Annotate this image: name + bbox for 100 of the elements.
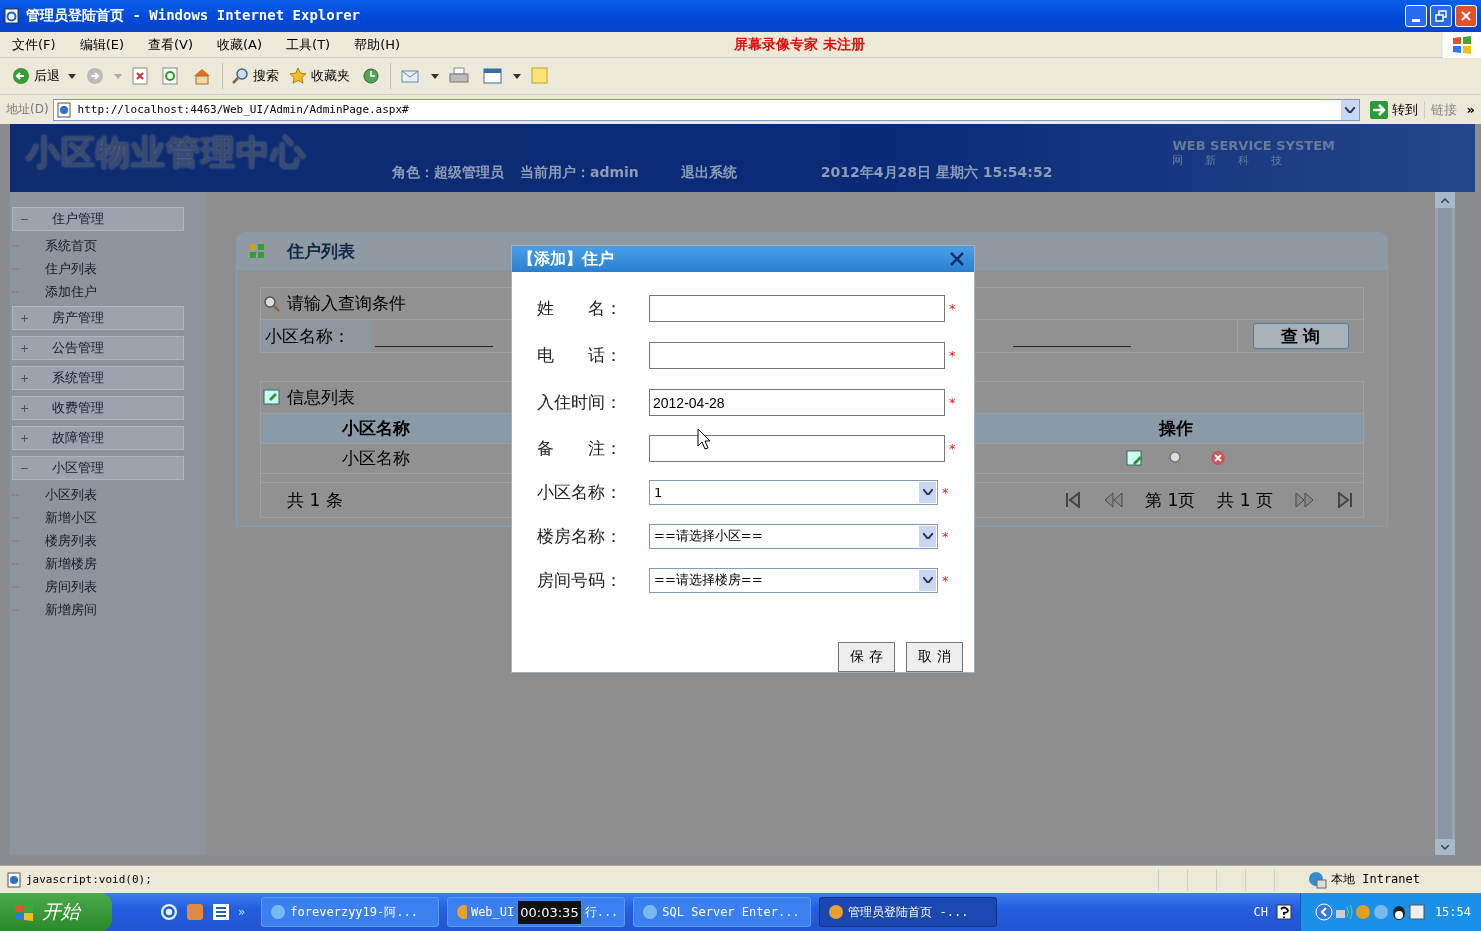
sidebar-item[interactable]: 小区列表	[10, 483, 205, 506]
tree-line-icon	[12, 492, 20, 497]
plus-icon	[21, 404, 28, 412]
dropdown[interactable]: 1	[649, 479, 938, 505]
previous-page-icon[interactable]	[1103, 492, 1124, 508]
plus-icon	[21, 344, 28, 352]
sidebar-item[interactable]: 新增小区	[10, 506, 205, 529]
sidebar-group[interactable]: 故障管理	[12, 426, 184, 450]
input-field[interactable]: 2012-04-28	[649, 389, 945, 416]
print-icon[interactable]	[449, 67, 469, 85]
sidebar-group[interactable]: 系统管理	[12, 366, 184, 390]
mail-icon[interactable]	[401, 67, 421, 85]
app-icon	[456, 904, 467, 920]
search-button[interactable]: 搜索	[229, 65, 281, 87]
tree-line-icon	[12, 607, 20, 612]
close-icon[interactable]	[950, 252, 964, 266]
menu-item[interactable]: 文件(F)	[12, 35, 66, 54]
column-header: 小区名称	[341, 417, 411, 440]
input-field[interactable]	[649, 342, 945, 369]
more-chevron[interactable]: »	[238, 905, 246, 919]
home-icon[interactable]	[192, 67, 212, 85]
sidebar-group[interactable]: 小区管理	[12, 456, 184, 480]
dialog-button[interactable]: 取 消	[906, 642, 963, 672]
back-button[interactable]: 后退	[10, 65, 62, 87]
app-icon	[270, 904, 287, 920]
grid-icon	[249, 243, 265, 259]
plus-icon	[21, 434, 28, 442]
menu-item[interactable]: 收藏(A)	[217, 35, 273, 54]
last-page-icon[interactable]	[1337, 492, 1353, 508]
search-icon[interactable]	[1168, 449, 1186, 468]
column-header: 操作	[1157, 417, 1194, 440]
favorites-button[interactable]: 收藏夹	[287, 65, 352, 87]
restore-icon	[1435, 10, 1447, 22]
query-button[interactable]: 查 询	[1252, 323, 1349, 349]
window-title: 管理员登陆首页 - Windows Internet Explorer	[26, 7, 360, 25]
delete-icon[interactable]	[1210, 449, 1226, 466]
refresh-icon[interactable]	[162, 67, 178, 85]
sidebar-item[interactable]: 新增房间	[10, 598, 205, 621]
more-chevron[interactable]: »	[1466, 102, 1475, 117]
sidebar-group[interactable]: 公告管理	[12, 336, 184, 360]
tree-line-icon	[12, 584, 20, 589]
dropdown[interactable]: ==请选择小区==	[649, 523, 938, 549]
taskbar-button[interactable]: Web_UI 00:03:35 行...	[447, 897, 626, 927]
total-count: 共 1 条	[287, 488, 343, 512]
menu-item[interactable]: 编辑(E)	[79, 35, 134, 54]
tray-app-icon[interactable]	[1408, 904, 1425, 920]
next-page-icon[interactable]	[1295, 492, 1315, 508]
query-label: 小区名称：	[261, 320, 371, 352]
edit-icon[interactable]	[483, 67, 503, 85]
sidebar-item[interactable]: 系统首页	[10, 234, 205, 257]
start-button[interactable]: 开始	[0, 893, 112, 931]
address-field[interactable]: http://localhost:4463/Web_UI/Admin/AdminPage.aspx#	[52, 98, 1360, 121]
app-icon[interactable]	[186, 903, 204, 921]
menu-item[interactable]: 帮助(H)	[354, 35, 411, 54]
page-icon	[55, 101, 72, 118]
logout-link[interactable]: 退出系统	[680, 164, 737, 182]
taskbar-button[interactable]: 管理员登陆首页 -...	[819, 897, 998, 927]
scroll-down-icon[interactable]	[1441, 844, 1449, 850]
dropdown-caret-icon[interactable]	[431, 73, 439, 79]
stop-icon[interactable]	[132, 67, 148, 85]
dropdown-caret-icon[interactable]	[1344, 106, 1355, 113]
sidebar-group[interactable]: 收费管理	[12, 396, 184, 420]
address-label: 地址(D)	[6, 101, 49, 118]
sidebar-item[interactable]: 添加住户	[10, 280, 205, 303]
sidebar-group[interactable]: 住户管理	[12, 207, 184, 231]
plus-icon	[21, 314, 28, 322]
required-marker: *	[942, 528, 949, 544]
chevron-left-icon[interactable]	[1314, 903, 1333, 921]
arrow-right-icon	[1369, 100, 1388, 119]
dropdown-caret-icon[interactable]	[513, 73, 521, 79]
taskbar-button[interactable]: SQL Server Enter...	[633, 897, 812, 927]
search-icon	[263, 294, 281, 313]
first-page-icon[interactable]	[1065, 492, 1082, 508]
sidebar-group[interactable]: 房产管理	[12, 306, 184, 330]
input-field[interactable]	[649, 434, 945, 462]
taskbar-button[interactable]: foreverzyy19-阿...	[261, 897, 440, 927]
dialog-button[interactable]: 保 存	[838, 642, 895, 672]
field-label: 楼房名称：	[537, 524, 623, 548]
dropdown[interactable]: ==请选择楼房==	[649, 567, 938, 593]
language-indicator[interactable]: CH	[1253, 905, 1268, 919]
vertical-scrollbar[interactable]	[1435, 192, 1455, 855]
query-title: 请输入查询条件	[287, 292, 406, 315]
input-field[interactable]	[649, 295, 945, 322]
sidebar-item[interactable]: 新增楼房	[10, 552, 205, 575]
close-button[interactable]	[1455, 5, 1477, 27]
sidebar-item[interactable]: 楼房列表	[10, 529, 205, 552]
dropdown-caret-icon[interactable]	[68, 73, 76, 79]
sidebar-item[interactable]: 住户列表	[10, 257, 205, 280]
required-marker: *	[949, 348, 956, 363]
help-icon[interactable]	[1275, 904, 1292, 920]
minimize-button[interactable]	[1405, 5, 1427, 27]
go-button[interactable]: 转到	[1367, 98, 1420, 121]
sidebar-item[interactable]: 房间列表	[10, 575, 205, 598]
restore-button[interactable]	[1430, 5, 1452, 27]
menu-item[interactable]: 查看(V)	[148, 35, 204, 54]
history-icon[interactable]	[362, 67, 380, 85]
scroll-up-icon[interactable]	[1441, 197, 1449, 203]
list-icon[interactable]	[212, 903, 230, 921]
edit-icon[interactable]	[1126, 449, 1144, 468]
menu-item[interactable]: 工具(T)	[286, 35, 341, 54]
